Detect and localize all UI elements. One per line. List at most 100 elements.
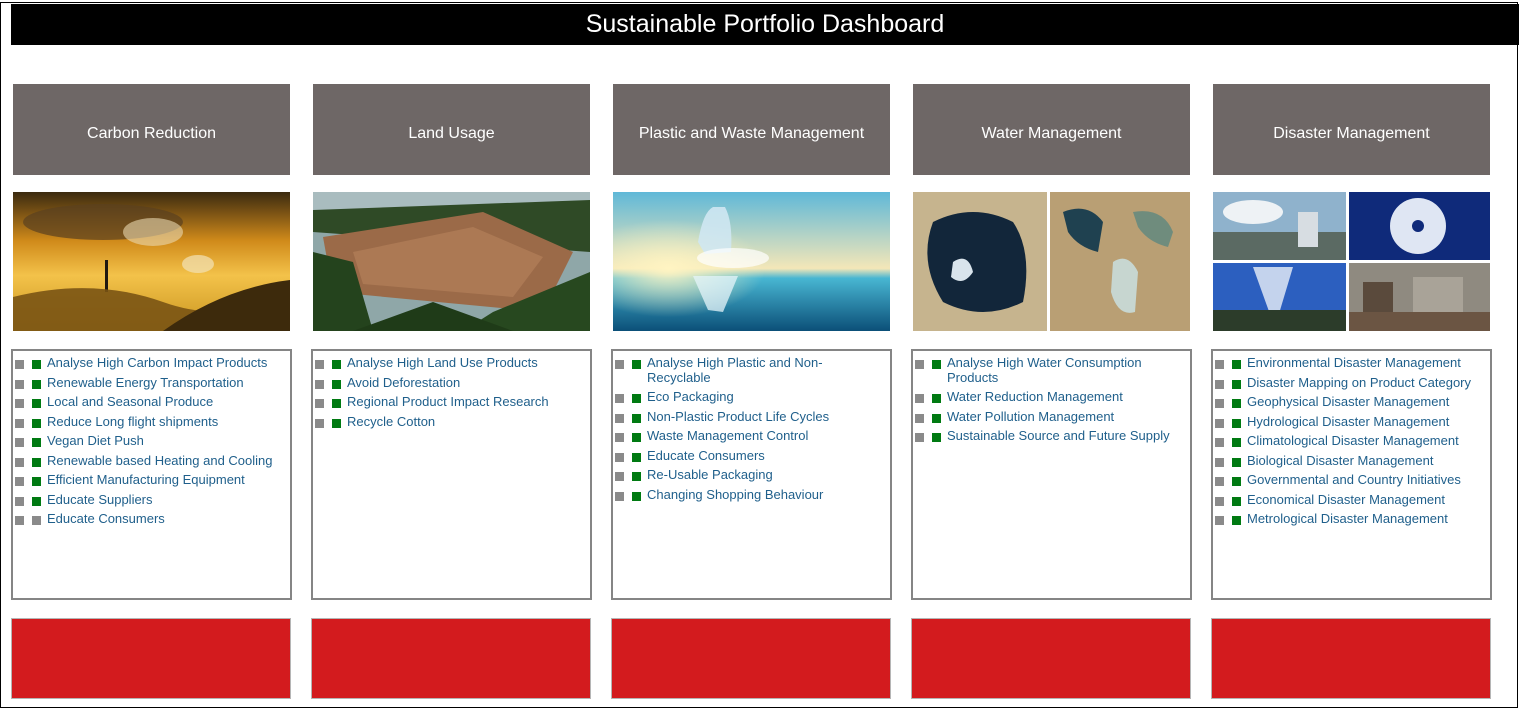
status-panel-disaster-management[interactable] [1211,618,1491,699]
status-panel-water-management[interactable] [911,618,1191,699]
list-item[interactable]: Regional Product Impact Research [313,394,590,410]
status-square-green [932,413,941,423]
list-item-label[interactable]: Eco Packaging [647,389,734,404]
list-item[interactable]: Educate Consumers [13,511,290,527]
status-square-green [1232,477,1241,486]
status-square [915,394,924,403]
status-square [315,418,324,428]
list-item-label[interactable]: Efficient Manufacturing Equipment [47,472,245,487]
status-panel-plastic-waste[interactable] [611,618,891,699]
list-item[interactable]: Disaster Mapping on Product Category [1213,375,1490,391]
disaster-collage-image [1213,192,1490,331]
status-square [615,413,624,423]
list-item[interactable]: Climatological Disaster Management [1213,433,1490,449]
list-item[interactable]: Educate Suppliers [13,492,290,508]
status-square [1215,496,1224,506]
list-item-label[interactable]: Changing Shopping Behaviour [647,487,823,502]
list-item[interactable]: Environmental Disaster Management [1213,355,1490,371]
list-item-label[interactable]: Analyse High Water Consumption Products [947,355,1142,385]
list-item-label[interactable]: Analyse High Land Use Products [347,355,538,370]
list-item-label[interactable]: Renewable Energy Transportation [47,375,244,390]
list-item[interactable]: Recycle Cotton [313,414,590,430]
list-item-label[interactable]: Re-Usable Packaging [647,467,773,482]
status-panel-land-usage[interactable] [311,618,591,699]
list-item[interactable]: Analyse High Carbon Impact Products [13,355,290,371]
list-item-label[interactable]: Climatological Disaster Management [1247,433,1459,448]
list-item[interactable]: Non-Plastic Product Life Cycles [613,409,890,425]
status-square-green [632,433,641,442]
column-land-usage: Land Usage Analyse High Land Use Product… [311,0,592,710]
list-item-label[interactable]: Environmental Disaster Management [1247,355,1461,370]
list-item[interactable]: Metrological Disaster Management [1213,511,1490,527]
list-item[interactable]: Hydrological Disaster Management [1213,414,1490,430]
deforestation-image [313,192,590,331]
list-item[interactable]: Educate Consumers [613,448,890,464]
list-item[interactable]: Economical Disaster Management [1213,492,1490,508]
list-item[interactable]: Vegan Diet Push [13,433,290,449]
status-square [1215,399,1224,408]
list-item-label[interactable]: Water Reduction Management [947,389,1123,404]
list-item[interactable]: Governmental and Country Initiatives [1213,472,1490,488]
list-item[interactable]: Sustainable Source and Future Supply [913,428,1190,444]
status-square-green [332,418,341,428]
status-square [15,438,24,447]
list-item-label[interactable]: Vegan Diet Push [47,433,144,448]
column-header-water-management[interactable]: Water Management [913,84,1190,175]
list-item[interactable]: Avoid Deforestation [313,375,590,391]
list-item[interactable]: Analyse High Water Consumption Products [913,355,1190,385]
list-item-label[interactable]: Analyse High Plastic and Non-Recyclable [647,355,823,385]
status-square [915,360,924,369]
list-item[interactable]: Water Reduction Management [913,389,1190,405]
list-item-label[interactable]: Disaster Mapping on Product Category [1247,375,1471,390]
list-item-label[interactable]: Governmental and Country Initiatives [1247,472,1461,487]
list-item[interactable]: Analyse High Land Use Products [313,355,590,371]
list-item-label[interactable]: Educate Consumers [47,511,165,526]
status-square [315,379,324,389]
list-item[interactable]: Reduce Long flight shipments [13,414,290,430]
list-item-label[interactable]: Reduce Long flight shipments [47,414,218,429]
list-item-label[interactable]: Geophysical Disaster Management [1247,394,1449,409]
list-item-label[interactable]: Educate Consumers [647,448,765,463]
column-water-management: Water Management Analyse High Water Cons… [911,0,1192,710]
list-item-label[interactable]: Renewable based Heating and Cooling [47,453,273,468]
list-item[interactable]: Efficient Manufacturing Equipment [13,472,290,488]
list-item-label[interactable]: Sustainable Source and Future Supply [947,428,1170,443]
list-item-label[interactable]: Non-Plastic Product Life Cycles [647,409,829,424]
status-square-green [1232,399,1241,408]
list-item[interactable]: Renewable based Heating and Cooling [13,453,290,469]
list-item-label[interactable]: Regional Product Impact Research [347,394,549,409]
list-item-label[interactable]: Water Pollution Management [947,409,1114,424]
list-item-label[interactable]: Analyse High Carbon Impact Products [47,355,267,370]
list-item[interactable]: Water Pollution Management [913,409,1190,425]
column-header-land-usage[interactable]: Land Usage [313,84,590,175]
list-item[interactable]: Changing Shopping Behaviour [613,487,890,503]
list-item-label[interactable]: Avoid Deforestation [347,375,460,390]
list-item-label[interactable]: Waste Management Control [647,428,808,443]
column-header-disaster-management[interactable]: Disaster Management [1213,84,1490,175]
smokestack-sunset-image [13,192,290,331]
list-item[interactable]: Waste Management Control [613,428,890,444]
list-item-label[interactable]: Educate Suppliers [47,492,153,507]
status-square [615,491,624,501]
list-item-label[interactable]: Local and Seasonal Produce [47,394,213,409]
list-item-label[interactable]: Economical Disaster Management [1247,492,1445,507]
list-item[interactable]: Local and Seasonal Produce [13,394,290,410]
column-plastic-waste: Plastic and Waste Management Analyse Hig… [611,0,892,710]
column-header-carbon-reduction[interactable]: Carbon Reduction [13,84,290,175]
status-square-green [32,477,41,486]
list-item[interactable]: Renewable Energy Transportation [13,375,290,391]
list-item[interactable]: Analyse High Plastic and Non-Recyclable [613,355,890,385]
status-square [15,496,24,506]
list-item[interactable]: Geophysical Disaster Management [1213,394,1490,410]
status-square [1215,457,1224,467]
list-item-label[interactable]: Hydrological Disaster Management [1247,414,1449,429]
list-item-label[interactable]: Recycle Cotton [347,414,435,429]
list-item[interactable]: Biological Disaster Management [1213,453,1490,469]
list-item[interactable]: Eco Packaging [613,389,890,405]
list-item-label[interactable]: Biological Disaster Management [1247,453,1433,468]
list-item[interactable]: Re-Usable Packaging [613,467,890,483]
status-square [615,452,624,462]
column-header-plastic-waste[interactable]: Plastic and Waste Management [613,84,890,175]
status-panel-carbon-reduction[interactable] [11,618,291,699]
list-item-label[interactable]: Metrological Disaster Management [1247,511,1448,526]
